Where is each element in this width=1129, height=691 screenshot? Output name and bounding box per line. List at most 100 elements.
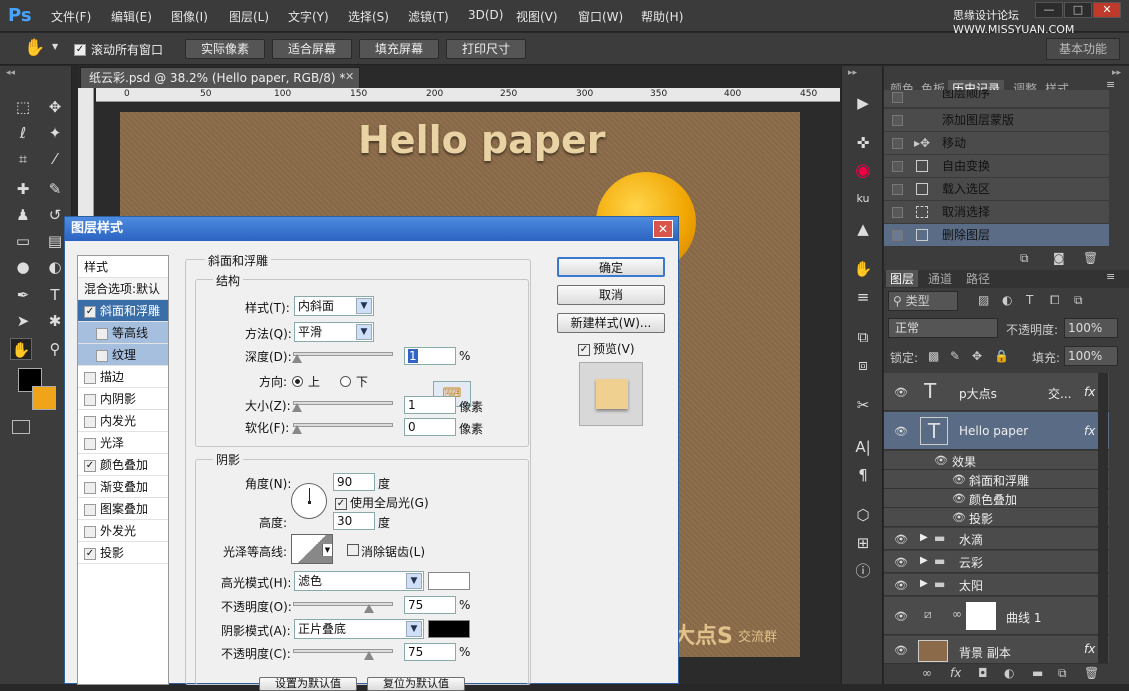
toolbar-collapse-icon[interactable]: ◂◂ [6, 68, 15, 78]
menu-filter[interactable]: 滤镜(T) [408, 8, 449, 25]
dialog-close-icon[interactable]: ✕ [653, 220, 673, 238]
cancel-button[interactable]: 取消 [557, 285, 665, 305]
bevel-style-select[interactable]: 内斜面 ▼ [294, 296, 374, 316]
group-row[interactable]: 👁 ▶ ▬ 云彩 [884, 551, 1109, 573]
expand-arrow-icon[interactable]: ▶ [920, 532, 928, 543]
preview-checkbox[interactable]: ✓ [578, 341, 590, 356]
history-item[interactable]: 添加图层蒙版 [884, 109, 1109, 132]
magic-wand-tool-icon[interactable]: ✦ [44, 122, 66, 144]
layer-row-selected[interactable]: 👁 T Hello paper fx [884, 412, 1109, 450]
soften-slider-thumb[interactable] [292, 425, 302, 434]
direction-down-radio[interactable] [340, 374, 351, 388]
workspace-switcher[interactable]: 基本功能 [1046, 38, 1120, 60]
expand-arrow-icon[interactable]: ▶ [920, 555, 928, 566]
character-icon[interactable]: A| [850, 434, 876, 460]
lock-position-icon[interactable]: ✥ [972, 349, 982, 363]
minimize-button[interactable]: — [1035, 2, 1063, 18]
depth-input[interactable]: 1 [404, 347, 456, 365]
style-item-color-overlay[interactable]: ✓ 颜色叠加 [78, 454, 168, 476]
layer-filter-select[interactable]: ⚲ 类型 [888, 291, 958, 311]
scroll-all-windows-checkbox[interactable]: ✓ [74, 41, 86, 56]
fill-input[interactable]: 100% [1064, 346, 1118, 366]
shape-tool-icon[interactable]: ✱ [44, 310, 66, 332]
style-item-texture[interactable]: 纹理 [78, 344, 168, 366]
style-item-inner-shadow[interactable]: 内阴影 [78, 388, 168, 410]
quick-mask-icon[interactable] [12, 420, 30, 434]
new-group-icon[interactable]: ▬ [1032, 666, 1043, 680]
highlight-opacity-input[interactable]: 75 [404, 596, 456, 614]
eye-icon[interactable]: 👁 [894, 579, 908, 592]
history-item[interactable]: ▸✥ 移动 [884, 132, 1109, 155]
effect-row[interactable]: 👁 颜色叠加 [884, 489, 1109, 508]
close-document-icon[interactable]: ✕ [345, 70, 354, 83]
panel-collapse-icon[interactable]: ▸▸ [1112, 68, 1121, 78]
gradient-tool-icon[interactable]: ▤ [44, 230, 66, 252]
anti-alias-checkbox[interactable] [347, 544, 359, 559]
3d-icon[interactable]: ⬡ [850, 502, 876, 528]
actual-pixels-button[interactable]: 实际像素 [185, 39, 265, 59]
styles-header[interactable]: 样式 [78, 256, 168, 278]
paragraph-icon[interactable]: ¶ [850, 462, 876, 488]
style-item-satin[interactable]: 光泽 [78, 432, 168, 454]
highlight-color-swatch[interactable] [428, 572, 470, 590]
snapshot-icon[interactable]: ◙ [1053, 251, 1065, 265]
effects-row[interactable]: 👁 效果 [884, 451, 1109, 470]
close-window-button[interactable]: ✕ [1093, 2, 1121, 18]
altitude-input[interactable]: 30 [333, 512, 375, 530]
actions-play-icon[interactable]: ▶ [850, 90, 876, 116]
move-tool-icon[interactable]: ✥ [44, 96, 66, 118]
eye-icon[interactable]: 👁 [952, 511, 966, 524]
fx-icon[interactable]: fx [1084, 424, 1095, 438]
filter-shape-icon[interactable]: ⧠ [1050, 293, 1060, 308]
eye-icon[interactable]: 👁 [894, 386, 908, 399]
eye-icon[interactable]: 👁 [952, 492, 966, 505]
histogram-icon[interactable]: ▲ [850, 216, 876, 242]
style-item-stroke[interactable]: 描边 [78, 366, 168, 388]
zoom-tool-icon[interactable]: ⚲ [44, 338, 66, 360]
new-layer-icon[interactable]: ⧉ [1058, 666, 1067, 681]
link-layers-icon[interactable]: ∞ [922, 666, 932, 680]
document-tab[interactable]: 纸云彩.psd @ 38.2% (Hello paper, RGB/8) * [80, 67, 360, 88]
shadow-opacity-slider[interactable] [293, 649, 393, 653]
size-slider[interactable] [293, 401, 393, 405]
eye-icon[interactable]: 👁 [894, 533, 908, 546]
filter-type-icon[interactable]: T [1026, 293, 1033, 307]
angle-dial[interactable] [291, 483, 327, 519]
opacity-input[interactable]: 100% [1064, 318, 1118, 338]
reset-default-button[interactable]: 复位为默认值 [367, 677, 465, 691]
strip-collapse-icon[interactable]: ▸▸ [848, 68, 857, 78]
global-light-checkbox[interactable]: ✓ [335, 495, 347, 510]
group-row[interactable]: 👁 ▶ ▬ 太阳 [884, 574, 1109, 596]
blend-mode-select[interactable]: 正常 [888, 318, 998, 338]
brush-tool-icon[interactable]: ✎ [44, 178, 66, 200]
path-selection-tool-icon[interactable]: ➤ [12, 310, 34, 332]
brush-presets-icon[interactable]: ≡ [850, 284, 876, 310]
type-tool-icon[interactable]: T [44, 284, 66, 306]
style-item-inner-glow[interactable]: 内发光 [78, 410, 168, 432]
soften-slider[interactable] [293, 423, 393, 427]
blur-tool-icon[interactable]: ● [12, 256, 34, 278]
gloss-contour-picker[interactable]: ▼ [291, 534, 333, 564]
angle-input[interactable]: 90 [333, 473, 375, 491]
clone-source-icon[interactable]: ⧉ [850, 324, 876, 350]
depth-slider[interactable] [293, 352, 393, 356]
menu-help[interactable]: 帮助(H) [641, 8, 683, 25]
print-size-button[interactable]: 打印尺寸 [446, 39, 526, 59]
shadow-color-swatch[interactable] [428, 620, 470, 638]
eye-icon[interactable]: 👁 [952, 473, 966, 486]
tab-channels[interactable]: 通道 [928, 270, 952, 287]
group-row[interactable]: 👁 ▶ ▬ 水滴 [884, 528, 1109, 550]
marquee-tool-icon[interactable]: ⬚ [12, 96, 34, 118]
highlight-opacity-thumb[interactable] [364, 604, 374, 613]
fit-screen-button[interactable]: 适合屏幕 [272, 39, 352, 59]
tool-presets-icon[interactable]: ✋ [850, 256, 876, 282]
fx-icon[interactable]: fx [1084, 642, 1095, 656]
size-slider-thumb[interactable] [292, 403, 302, 412]
eye-icon[interactable]: 👁 [894, 610, 908, 623]
style-item-pattern-overlay[interactable]: 图案叠加 [78, 498, 168, 520]
menu-view[interactable]: 视图(V) [516, 8, 558, 25]
navigator-icon[interactable]: ✜ [850, 130, 876, 156]
style-item-contour[interactable]: 等高线 [78, 322, 168, 344]
tool-preset-chevron-icon[interactable]: ▼ [52, 42, 58, 51]
menu-layer[interactable]: 图层(L) [229, 8, 269, 25]
